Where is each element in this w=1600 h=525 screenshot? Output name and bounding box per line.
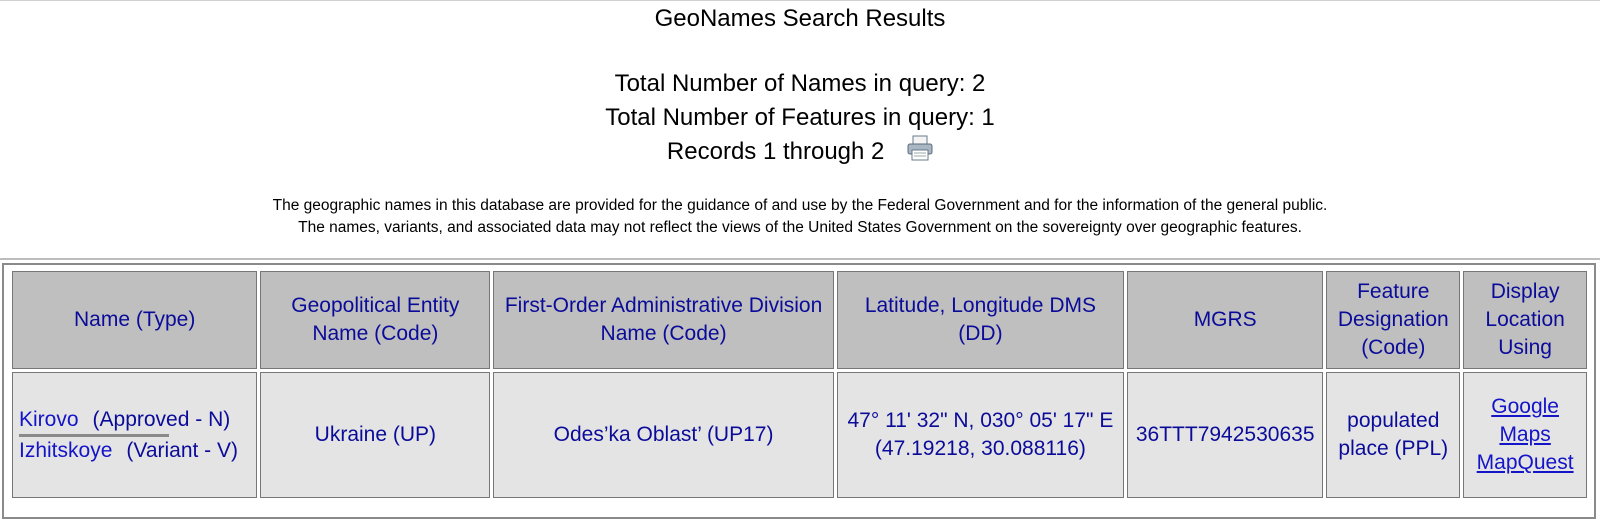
total-names: Total Number of Names in query: 2 <box>614 70 986 97</box>
lat-long-dms: 47° 11' 32" N, 030° 05' 17" E <box>847 409 1114 432</box>
results-table-frame: Name (Type) Geopolitical Entity Name (Co… <box>2 263 1596 519</box>
disclaimer-line-1: The geographic names in this database ar… <box>272 197 1328 214</box>
divider <box>0 258 1600 260</box>
header-name-type: Name (Type) <box>12 271 258 369</box>
mgrs-cell: 36TTT7942530635 <box>1127 372 1324 498</box>
table-row: Kirovo (Approved - N) Izhitskoye (Variant … <box>12 372 1587 498</box>
lat-long-dd: (47.19218, 30.088116) <box>874 437 1086 460</box>
header-first-order-division: First-Order Administrative Division Name… <box>493 271 834 369</box>
page-title: GeoNames Search Results <box>654 5 946 32</box>
geopolitical-entity-cell: Ukraine (UP) <box>260 372 491 498</box>
lat-long-cell: 47° 11' 32" N, 030° 05' 17" E (47.19218,… <box>836 372 1125 498</box>
records-range: Records 1 through 2 <box>666 138 885 165</box>
header-mgrs: MGRS <box>1127 271 1324 369</box>
records-range-row: Records 1 through 2 <box>0 135 1600 166</box>
disclaimer-line-2: The names, variants, and associated data… <box>298 219 1302 236</box>
names-cell: Kirovo (Approved - N) Izhitskoye (Variant … <box>12 372 258 498</box>
google-maps-link[interactable]: Google Maps <box>1470 393 1580 449</box>
header-display-location: Display Location Using <box>1463 271 1587 369</box>
name-type: (Variant - V) <box>126 438 239 462</box>
header-row: Name (Type) Geopolitical Entity Name (Co… <box>12 271 1587 369</box>
first-order-division-cell: Odes’ka Oblast’ (UP17) <box>493 372 834 498</box>
name-entry: Kirovo (Approved - N) <box>19 406 250 434</box>
name-entry: Izhitskoye (Variant - V) <box>19 437 250 465</box>
mapquest-link[interactable]: MapQuest <box>1470 449 1580 477</box>
name-type: (Approved - N) <box>92 407 231 431</box>
header-lat-long: Latitude, Longitude DMS (DD) <box>836 271 1125 369</box>
feature-designation-cell: populated place (PPL) <box>1326 372 1461 498</box>
header-feature-designation: Feature Designation (Code) <box>1326 271 1461 369</box>
name-link-izhitskoye[interactable]: Izhitskoye <box>19 439 112 462</box>
top-border <box>0 0 1600 1</box>
total-features: Total Number of Features in query: 1 <box>605 104 995 131</box>
name-link-kirovo[interactable]: Kirovo <box>19 408 79 431</box>
printer-icon[interactable] <box>907 135 933 161</box>
results-table: Name (Type) Geopolitical Entity Name (Co… <box>9 268 1590 501</box>
display-location-cell: Google Maps MapQuest <box>1463 372 1587 498</box>
header-geopolitical-entity: Geopolitical Entity Name (Code) <box>260 271 491 369</box>
